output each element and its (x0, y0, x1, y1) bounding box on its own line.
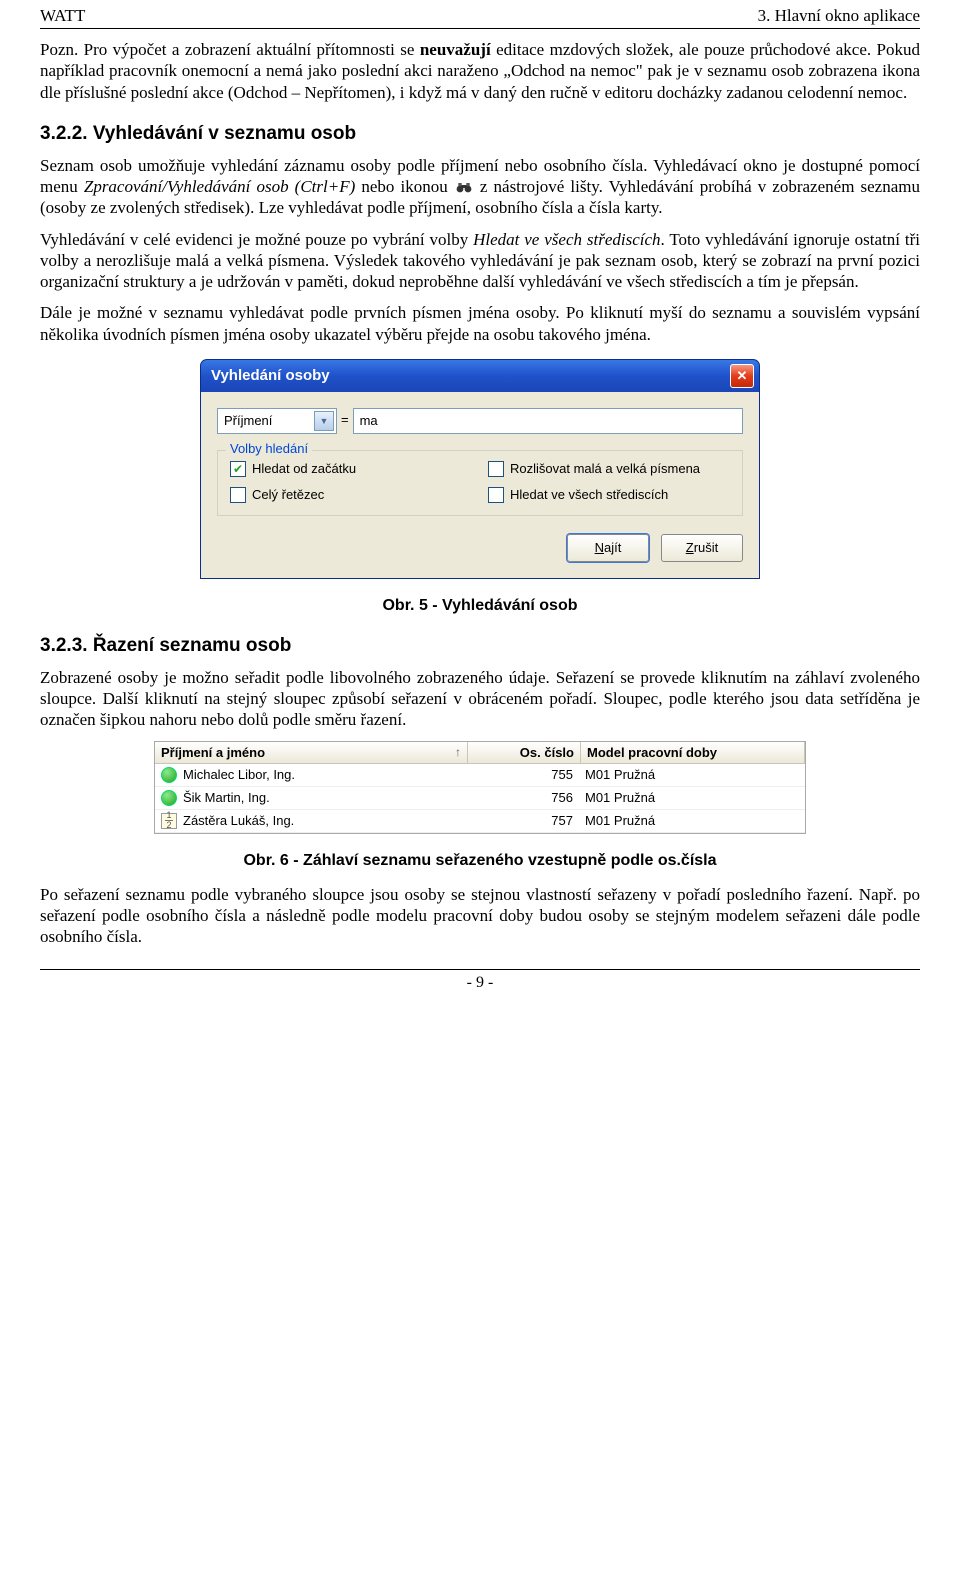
close-button[interactable]: ✕ (730, 364, 754, 388)
checkbox-icon (230, 487, 246, 503)
cancel-button[interactable]: Zrušit (661, 534, 743, 562)
dialog-body: Příjmení ▼ = ma Volby hledání ✔ Hledat o… (200, 392, 760, 579)
col-header-model[interactable]: Model pracovní doby (581, 742, 805, 763)
page-footer: - 9 - (40, 969, 920, 992)
table-row[interactable]: Šik Martin, Ing. 756 M01 Pružná (155, 787, 805, 810)
find-person-dialog: Vyhledání osoby ✕ Příjmení ▼ = ma Volby … (200, 359, 760, 579)
status-present-icon (161, 790, 177, 806)
paragraph-322-3: Dále je možné v seznamu vyhledávat podle… (40, 302, 920, 345)
paragraph-323-2: Po seřazení seznamu podle vybraného slou… (40, 884, 920, 948)
section-322-title: 3.2.2. Vyhledávání v seznamu osob (40, 123, 920, 145)
find-button[interactable]: Najít (567, 534, 649, 562)
checkbox-icon: ✔ (230, 461, 246, 477)
paragraph-note: Pozn. Pro výpočet a zobrazení aktuální p… (40, 39, 920, 103)
dialog-titlebar: Vyhledání osoby ✕ (200, 359, 760, 392)
dialog-title: Vyhledání osoby (211, 367, 330, 384)
paragraph-322-1: Seznam osob umožňuje vyhledání záznamu o… (40, 155, 920, 219)
checkbox-case-sensitive[interactable]: Rozlišovat malá a velká písmena (488, 461, 730, 477)
binocular-icon (456, 178, 472, 192)
checkbox-icon (488, 461, 504, 477)
paragraph-323-1: Zobrazené osoby je možno seřadit podle l… (40, 667, 920, 731)
section-323-title: 3.2.3. Řazení seznamu osob (40, 635, 920, 657)
col-header-number[interactable]: Os. číslo (468, 742, 581, 763)
table-row[interactable]: Michalec Libor, Ing. 755 M01 Pružná (155, 764, 805, 787)
person-table: Příjmení a jméno ↑ Os. číslo Model praco… (154, 741, 806, 834)
close-icon: ✕ (737, 368, 748, 384)
table-header: Příjmení a jméno ↑ Os. číslo Model praco… (155, 742, 805, 764)
checkbox-all-centers[interactable]: Hledat ve všech střediscích (488, 487, 730, 503)
table-row[interactable]: 12 Zástěra Lukáš, Ing. 757 M01 Pružná (155, 810, 805, 833)
chevron-down-icon: ▼ (314, 411, 334, 431)
paragraph-322-2: Vyhledávání v celé evidenci je možné pou… (40, 229, 920, 293)
checkbox-icon (488, 487, 504, 503)
header-left: WATT (40, 6, 85, 26)
header-right: 3. Hlavní okno aplikace (758, 6, 920, 26)
checkbox-whole-string[interactable]: Celý řetězec (230, 487, 472, 503)
col-header-name[interactable]: Příjmení a jméno ↑ (155, 742, 468, 763)
figure-6-caption: Obr. 6 - Záhlaví seznamu seřazeného vzes… (40, 852, 920, 870)
status-present-icon (161, 767, 177, 783)
field-select[interactable]: Příjmení ▼ (217, 408, 337, 434)
figure-5-caption: Obr. 5 - Vyhledávání osob (40, 597, 920, 615)
fieldset-legend: Volby hledání (226, 441, 312, 456)
page-header: WATT 3. Hlavní okno aplikace (40, 0, 920, 29)
search-input[interactable]: ma (353, 408, 743, 434)
search-options-fieldset: Volby hledání ✔ Hledat od začátku Rozliš… (217, 450, 743, 516)
status-partial-icon: 12 (161, 813, 177, 829)
checkbox-search-from-start[interactable]: ✔ Hledat od začátku (230, 461, 472, 477)
equals-label: = (337, 408, 353, 434)
sort-asc-icon: ↑ (455, 745, 461, 759)
